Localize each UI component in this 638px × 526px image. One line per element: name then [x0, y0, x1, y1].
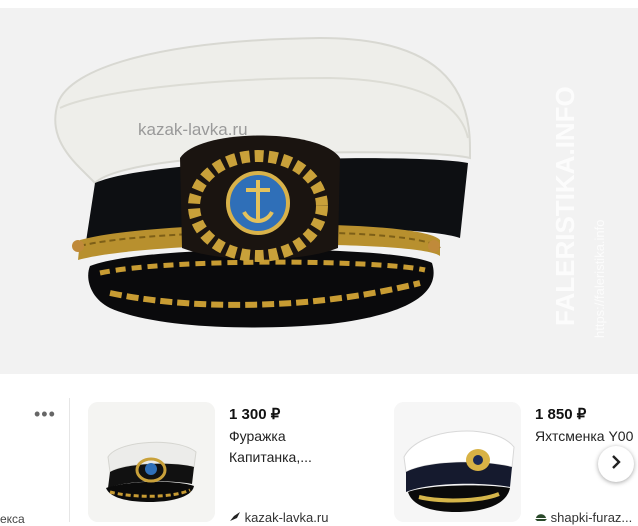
chevron-right-icon: [609, 454, 623, 475]
product-card-2-price[interactable]: 1 850 ₽: [535, 405, 586, 423]
next-button[interactable]: [598, 446, 634, 482]
product-card-1-source[interactable]: kazak-lavka.ru: [229, 510, 328, 525]
product-card-1-title-line2: Капитанка,...: [229, 449, 312, 465]
product-card-2-image[interactable]: [394, 402, 521, 522]
side-watermark-big: FALERISTIKA.INFO: [550, 86, 580, 326]
product-card-2-source[interactable]: shapki-furaz...: [535, 510, 638, 525]
cap-icon: [535, 510, 551, 525]
leaf-icon: [229, 510, 245, 525]
product-card-2-title[interactable]: Яхтсменка Y00: [535, 426, 638, 447]
more-options-button[interactable]: •••: [34, 404, 56, 425]
main-image[interactable]: kazak-lavka.ru FALERISTIKA.INFO https://…: [0, 8, 638, 374]
side-watermark-small: https://faleristika.info: [592, 219, 607, 339]
strip-divider: [69, 398, 70, 522]
product-card-1-image[interactable]: [88, 402, 215, 522]
previous-card-source[interactable]: екса: [0, 512, 25, 526]
captain-cap-image: [54, 36, 471, 328]
captain-cap-thumbnail: [88, 402, 215, 522]
yacht-cap-thumbnail: [394, 402, 521, 522]
product-card-1-price[interactable]: 1 300 ₽: [229, 405, 280, 423]
product-card-1-title-line1: Фуражка: [229, 428, 286, 444]
product-card-1-title[interactable]: Фуражка Капитанка,...: [229, 426, 312, 468]
watermark-text: kazak-lavka.ru: [138, 120, 248, 139]
product-card-1-source-label: kazak-lavka.ru: [244, 510, 329, 525]
product-card-2-source-label: shapki-furaz...: [550, 510, 633, 525]
